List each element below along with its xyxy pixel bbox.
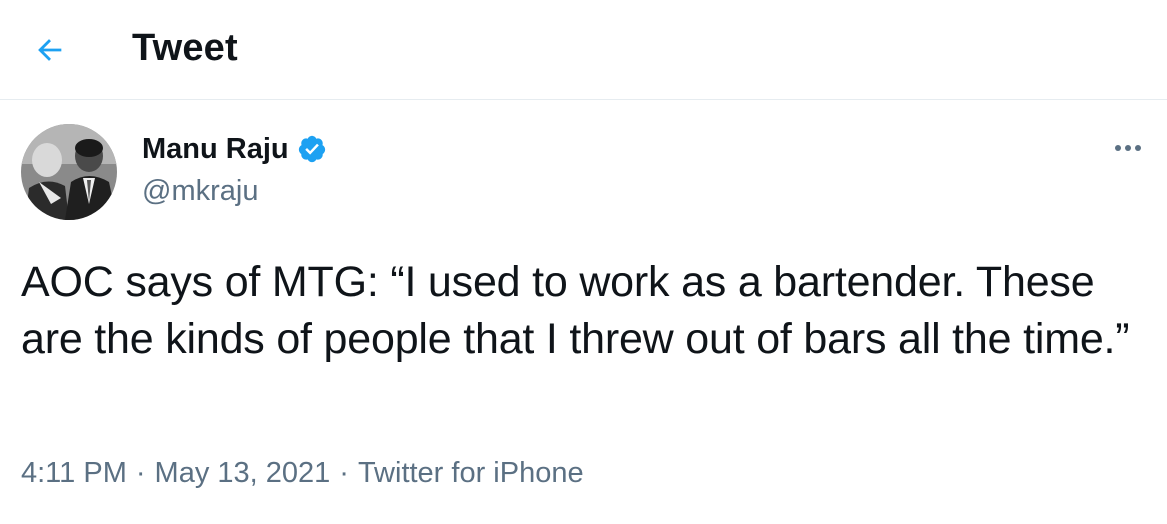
- tweet-date[interactable]: May 13, 2021: [155, 455, 331, 491]
- author-name-row: Manu Raju: [142, 131, 327, 167]
- avatar-photo: [21, 124, 117, 220]
- page-title: Tweet: [132, 27, 238, 69]
- arrow-left-icon: [38, 39, 62, 61]
- more-horizontal-icon: [1115, 145, 1141, 151]
- meta-separator: ·: [339, 457, 349, 489]
- tweet-meta: 4:11 PM · May 13, 2021 · Twitter for iPh…: [21, 455, 584, 491]
- more-options-button[interactable]: [1108, 130, 1148, 166]
- tweet-text: AOC says of MTG: “I used to work as a ba…: [21, 258, 1130, 363]
- author-display-name[interactable]: Manu Raju: [142, 131, 289, 167]
- page-header: Tweet: [0, 0, 1167, 100]
- tweet-source[interactable]: Twitter for iPhone: [358, 455, 584, 491]
- meta-separator: ·: [135, 457, 146, 489]
- tweet-author: Manu Raju @mkraju: [142, 131, 327, 209]
- author-handle[interactable]: @mkraju: [142, 173, 327, 209]
- tweet-time[interactable]: 4:11 PM: [21, 455, 127, 491]
- verified-badge-icon: [298, 135, 325, 163]
- avatar[interactable]: [21, 124, 117, 220]
- back-button[interactable]: [22, 22, 78, 78]
